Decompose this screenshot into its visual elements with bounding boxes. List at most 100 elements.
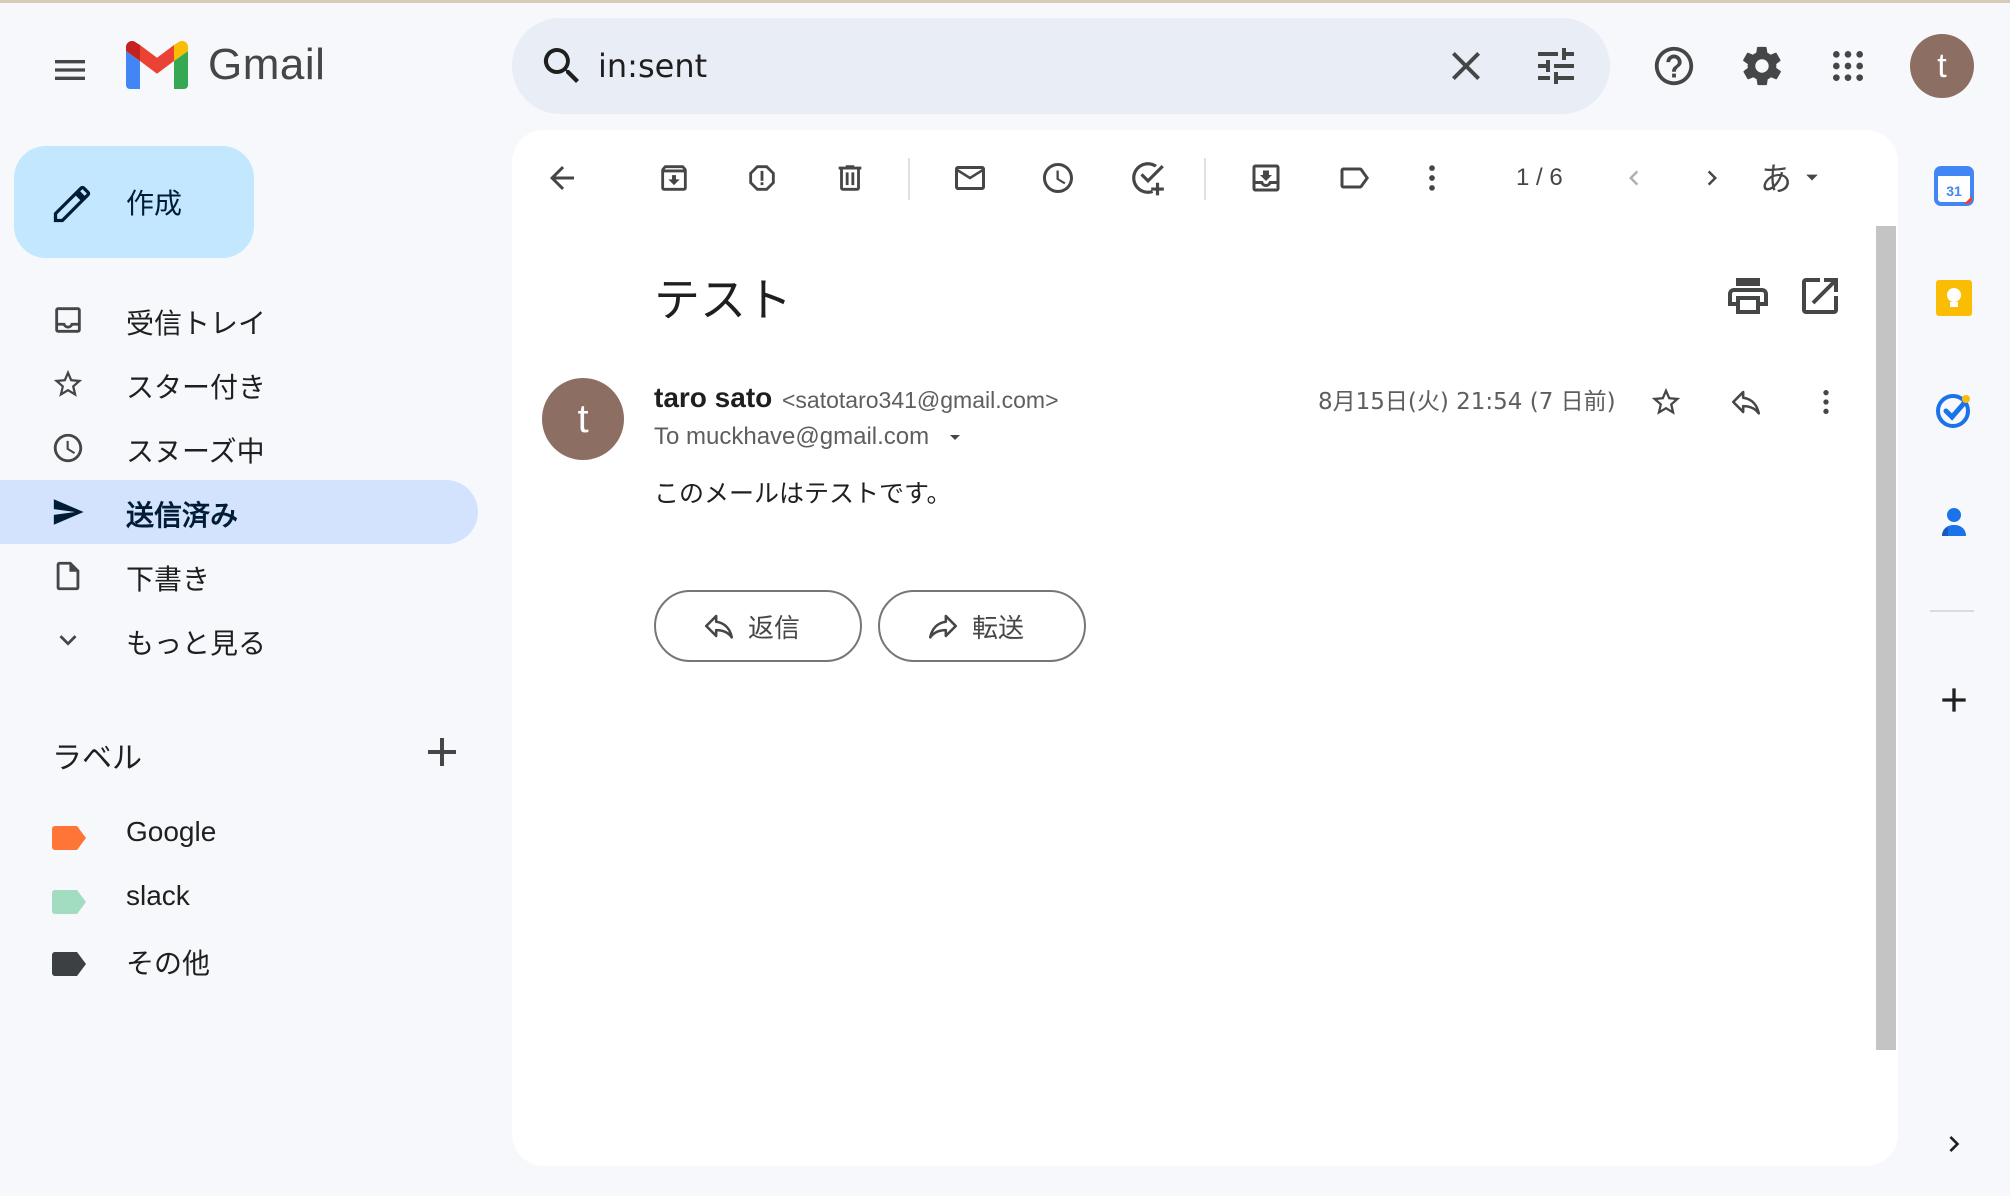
sender-avatar[interactable]: t — [542, 378, 624, 460]
nav-label: 下書き — [126, 563, 211, 596]
input-tools-button[interactable]: あ — [1760, 154, 1826, 200]
toolbar-divider — [1204, 158, 1206, 200]
nav-item-starred[interactable]: スター付き — [0, 352, 478, 416]
label-item-google[interactable]: Google — [0, 804, 478, 864]
nav-label: スヌーズ中 — [126, 435, 265, 468]
chevron-right-icon — [1707, 170, 1717, 186]
contacts-app-button[interactable] — [1930, 498, 1978, 546]
show-side-panel-button[interactable] — [1930, 1120, 1978, 1168]
sender-email: <satotaro341@gmail.com> — [782, 387, 1059, 413]
tasks-app-button[interactable] — [1930, 386, 1978, 434]
tasks-icon — [1936, 394, 1970, 428]
star-icon — [50, 366, 86, 402]
mail-icon — [955, 166, 985, 190]
label-name: slack — [126, 880, 190, 911]
star-button[interactable] — [1642, 378, 1690, 426]
chevron-down-icon — [50, 622, 86, 658]
close-icon[interactable] — [1442, 42, 1490, 90]
move-to-button[interactable] — [1242, 154, 1290, 202]
input-lang-label: あ — [1760, 160, 1793, 198]
compose-label: 作成 — [126, 187, 183, 220]
main-menu-button[interactable] — [38, 38, 102, 102]
app-name: Gmail — [208, 40, 326, 89]
account-avatar[interactable]: t — [1910, 34, 1974, 98]
back-button[interactable] — [538, 154, 586, 202]
more-vert-icon — [1429, 165, 1435, 191]
nav-item-more[interactable]: もっと見る — [0, 608, 478, 672]
reply-button[interactable] — [1722, 378, 1770, 426]
keep-icon — [1936, 280, 1972, 316]
label-item-slack[interactable]: slack — [0, 868, 478, 928]
caret-down-icon — [1806, 174, 1818, 181]
search-input[interactable] — [598, 40, 1398, 92]
more-vert-icon — [1823, 390, 1829, 414]
gear-icon — [1743, 46, 1781, 86]
pencil-icon — [53, 185, 91, 223]
support-button[interactable] — [1642, 34, 1706, 98]
mark-unread-button[interactable] — [946, 154, 994, 202]
plus-icon — [1942, 688, 1966, 712]
older-button[interactable] — [1688, 154, 1736, 202]
window-top-border — [0, 0, 2010, 3]
label-tag-icon — [52, 826, 86, 850]
compose-button[interactable]: 作成 — [14, 146, 254, 258]
add-label-icon[interactable] — [418, 728, 466, 776]
newer-button[interactable] — [1610, 154, 1658, 202]
keep-app-button[interactable] — [1930, 274, 1978, 322]
nav-item-sent[interactable]: 送信済み — [0, 480, 478, 544]
archive-button[interactable] — [650, 154, 698, 202]
labels-heading: ラベル — [52, 741, 142, 776]
apps-button[interactable] — [1816, 34, 1880, 98]
gmail-m-icon — [126, 41, 188, 89]
calendar-icon: 31 — [1934, 166, 1974, 206]
pagination-count: 1 / 6 — [1516, 164, 1563, 191]
add-to-tasks-button[interactable] — [1124, 154, 1172, 202]
recipient-line[interactable]: To muckhave@gmail.com — [654, 423, 967, 451]
forward-pill-button[interactable]: 転送 — [878, 590, 1086, 662]
more-options-button[interactable] — [1408, 154, 1456, 202]
get-addons-button[interactable] — [1930, 676, 1978, 724]
reply-label: 返信 — [748, 613, 801, 644]
search-options-icon[interactable] — [1532, 42, 1580, 90]
forward-label: 転送 — [972, 613, 1025, 644]
toolbar-divider — [908, 158, 910, 200]
delete-button[interactable] — [826, 154, 874, 202]
recipient-text: To muckhave@gmail.com — [654, 423, 930, 450]
search-icon[interactable] — [538, 42, 586, 90]
scrollbar-thumb[interactable] — [1876, 226, 1896, 1050]
caret-down-icon[interactable] — [943, 425, 967, 449]
trash-icon — [838, 165, 862, 191]
add-task-icon — [1132, 162, 1164, 196]
draft-icon — [50, 558, 86, 594]
chevron-right-icon — [1949, 1136, 1960, 1152]
reply-icon — [1731, 390, 1761, 415]
reply-icon — [704, 614, 734, 639]
calendar-app-button[interactable]: 31 — [1930, 162, 1978, 210]
print-icon[interactable] — [1724, 272, 1772, 320]
open-in-new-icon[interactable] — [1796, 272, 1844, 320]
message-more-button[interactable] — [1802, 378, 1850, 426]
search-bar[interactable] — [512, 18, 1610, 114]
svg-text:31: 31 — [1946, 183, 1962, 199]
star-icon — [1651, 387, 1681, 415]
help-icon — [1654, 46, 1694, 86]
gmail-logo[interactable]: Gmail — [126, 40, 325, 90]
snooze-button[interactable] — [1034, 154, 1082, 202]
report-spam-button[interactable] — [738, 154, 786, 202]
labels-button[interactable] — [1330, 154, 1378, 202]
nav-label: もっと見る — [126, 627, 267, 660]
nav-item-snoozed[interactable]: スヌーズ中 — [0, 416, 478, 480]
send-icon — [50, 494, 86, 530]
label-item-other[interactable]: その他 — [0, 930, 478, 990]
nav-item-drafts[interactable]: 下書き — [0, 544, 478, 608]
label-name: Google — [126, 816, 217, 847]
message-body: このメールはテストです。 — [654, 479, 952, 508]
apps-grid-icon — [1833, 51, 1863, 81]
nav-label: 受信トレイ — [126, 307, 267, 340]
settings-button[interactable] — [1730, 34, 1794, 98]
sender-name[interactable]: taro sato — [654, 382, 772, 414]
reply-pill-button[interactable]: 返信 — [654, 590, 862, 662]
nav-item-inbox[interactable]: 受信トレイ — [0, 288, 478, 352]
message-date: 8月15日(火) 21:54 (7 日前) — [1318, 389, 1616, 415]
email-subject: テスト — [654, 273, 792, 327]
